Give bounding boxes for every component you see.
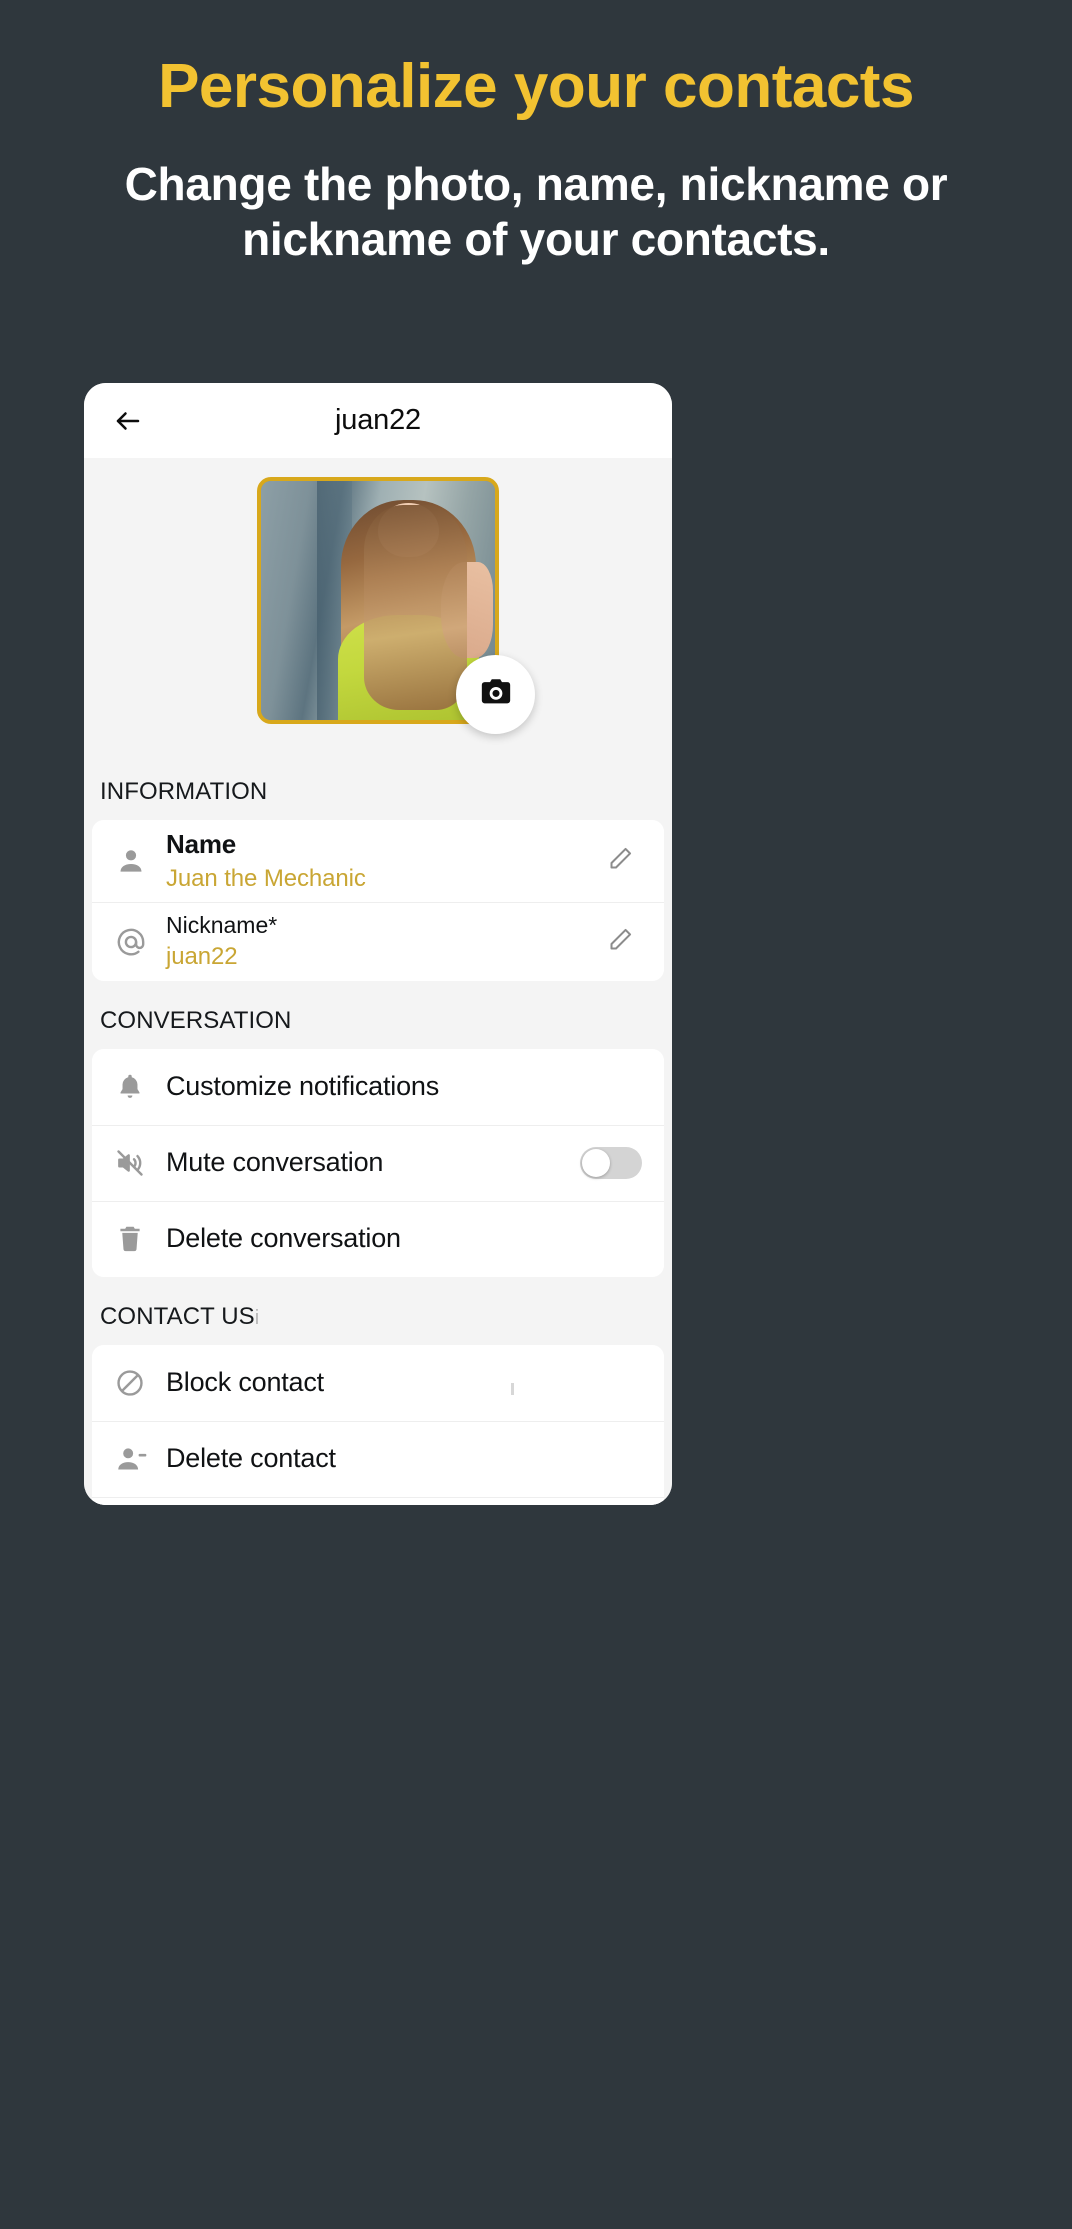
app-bar: juan22 — [84, 383, 672, 458]
phone-mockup: juan22 INFORMATION Name Juan the Mechani… — [84, 383, 672, 1505]
edit-pencil-icon — [607, 926, 634, 958]
row-delete-conversation-label: Delete conversation — [166, 1223, 401, 1254]
back-button[interactable] — [106, 399, 150, 443]
settings-scroll[interactable]: INFORMATION Name Juan the Mechanic Nickn… — [84, 778, 672, 1505]
row-nickname[interactable]: Nickname* juan22 — [92, 901, 664, 981]
row-block-contact[interactable]: Block contact — [92, 1344, 664, 1421]
row-customize-notifications-label: Customize notifications — [166, 1070, 440, 1101]
photo-section — [84, 458, 672, 752]
section-header-text: CONTACT US — [100, 1302, 255, 1330]
row-delete-contact-label: Delete contact — [166, 1443, 336, 1474]
row-delete-conversation-body: Delete conversation — [166, 1222, 642, 1256]
section-header-ghost: i — [254, 1306, 260, 1329]
photo-hair-front — [363, 504, 467, 711]
row-mute-conversation-body: Mute conversation — [166, 1146, 580, 1180]
row-nickname-value: juan22 — [166, 943, 238, 971]
row-nickname-label: Nickname* — [166, 911, 278, 938]
edit-nickname-button[interactable] — [598, 926, 642, 958]
section-header-information: INFORMATION — [92, 778, 664, 806]
trash-icon — [114, 1223, 166, 1255]
section-header-conversation: CONVERSATION — [92, 1007, 664, 1035]
change-photo-button[interactable] — [456, 655, 535, 734]
at-sign-icon — [114, 925, 166, 959]
row-delete-conversation[interactable]: Delete conversation — [92, 1200, 664, 1277]
promo-title: Personalize your contacts — [158, 52, 914, 121]
row-delete-contact-body: Delete contact — [166, 1442, 642, 1476]
promo-screenshot: Personalize your contacts Change the pho… — [0, 0, 1072, 2229]
section-header-text: CONVERSATION — [100, 1006, 292, 1034]
row-customize-notifications[interactable]: Customize notifications — [92, 1048, 664, 1125]
promo-subtitle: Change the photo, name, nickname or nick… — [124, 158, 948, 266]
person-remove-icon — [114, 1442, 166, 1476]
row-name-body: Name Juan the Mechanic — [166, 828, 598, 894]
conversation-card: Customize notifications Mute conversatio… — [92, 1048, 664, 1277]
promo-header: Personalize your contacts Change the pho… — [0, 0, 1072, 268]
edit-pencil-icon — [607, 845, 634, 877]
arrow-left-icon — [113, 406, 143, 436]
information-card: Name Juan the Mechanic Nickname* juan22 — [92, 820, 664, 981]
row-delete-contact[interactable]: Delete contact — [92, 1420, 664, 1497]
person-icon — [114, 844, 166, 878]
row-mute-conversation-label: Mute conversation — [166, 1147, 384, 1178]
block-icon — [114, 1367, 166, 1399]
row-block-contact-label: Block contact — [166, 1366, 324, 1397]
edit-name-button[interactable] — [598, 845, 642, 877]
bell-icon — [114, 1071, 166, 1103]
mute-toggle-switch[interactable] — [580, 1147, 642, 1180]
row-block-contact-body: Block contact — [166, 1366, 642, 1400]
row-nickname-body: Nickname* juan22 — [166, 911, 598, 973]
app-bar-title: juan22 — [335, 404, 421, 436]
toggle-knob — [582, 1149, 610, 1178]
section-header-text: INFORMATION — [100, 778, 268, 805]
row-reset-contact[interactable]: Reset contact — [92, 1496, 664, 1505]
section-header-contact-us: CONTACT USi — [92, 1303, 664, 1331]
camera-icon — [479, 675, 513, 714]
row-customize-notifications-body: Customize notifications — [166, 1070, 642, 1104]
row-name-value: Juan the Mechanic — [166, 864, 366, 892]
bell-muted-icon — [114, 1147, 166, 1179]
row-name[interactable]: Name Juan the Mechanic — [92, 820, 664, 902]
row-name-label: Name — [166, 829, 237, 859]
row-mute-conversation[interactable]: Mute conversation — [92, 1124, 664, 1201]
decorative-mark — [511, 1382, 514, 1395]
contact-us-card: Block contact Delete contact — [92, 1344, 664, 1505]
